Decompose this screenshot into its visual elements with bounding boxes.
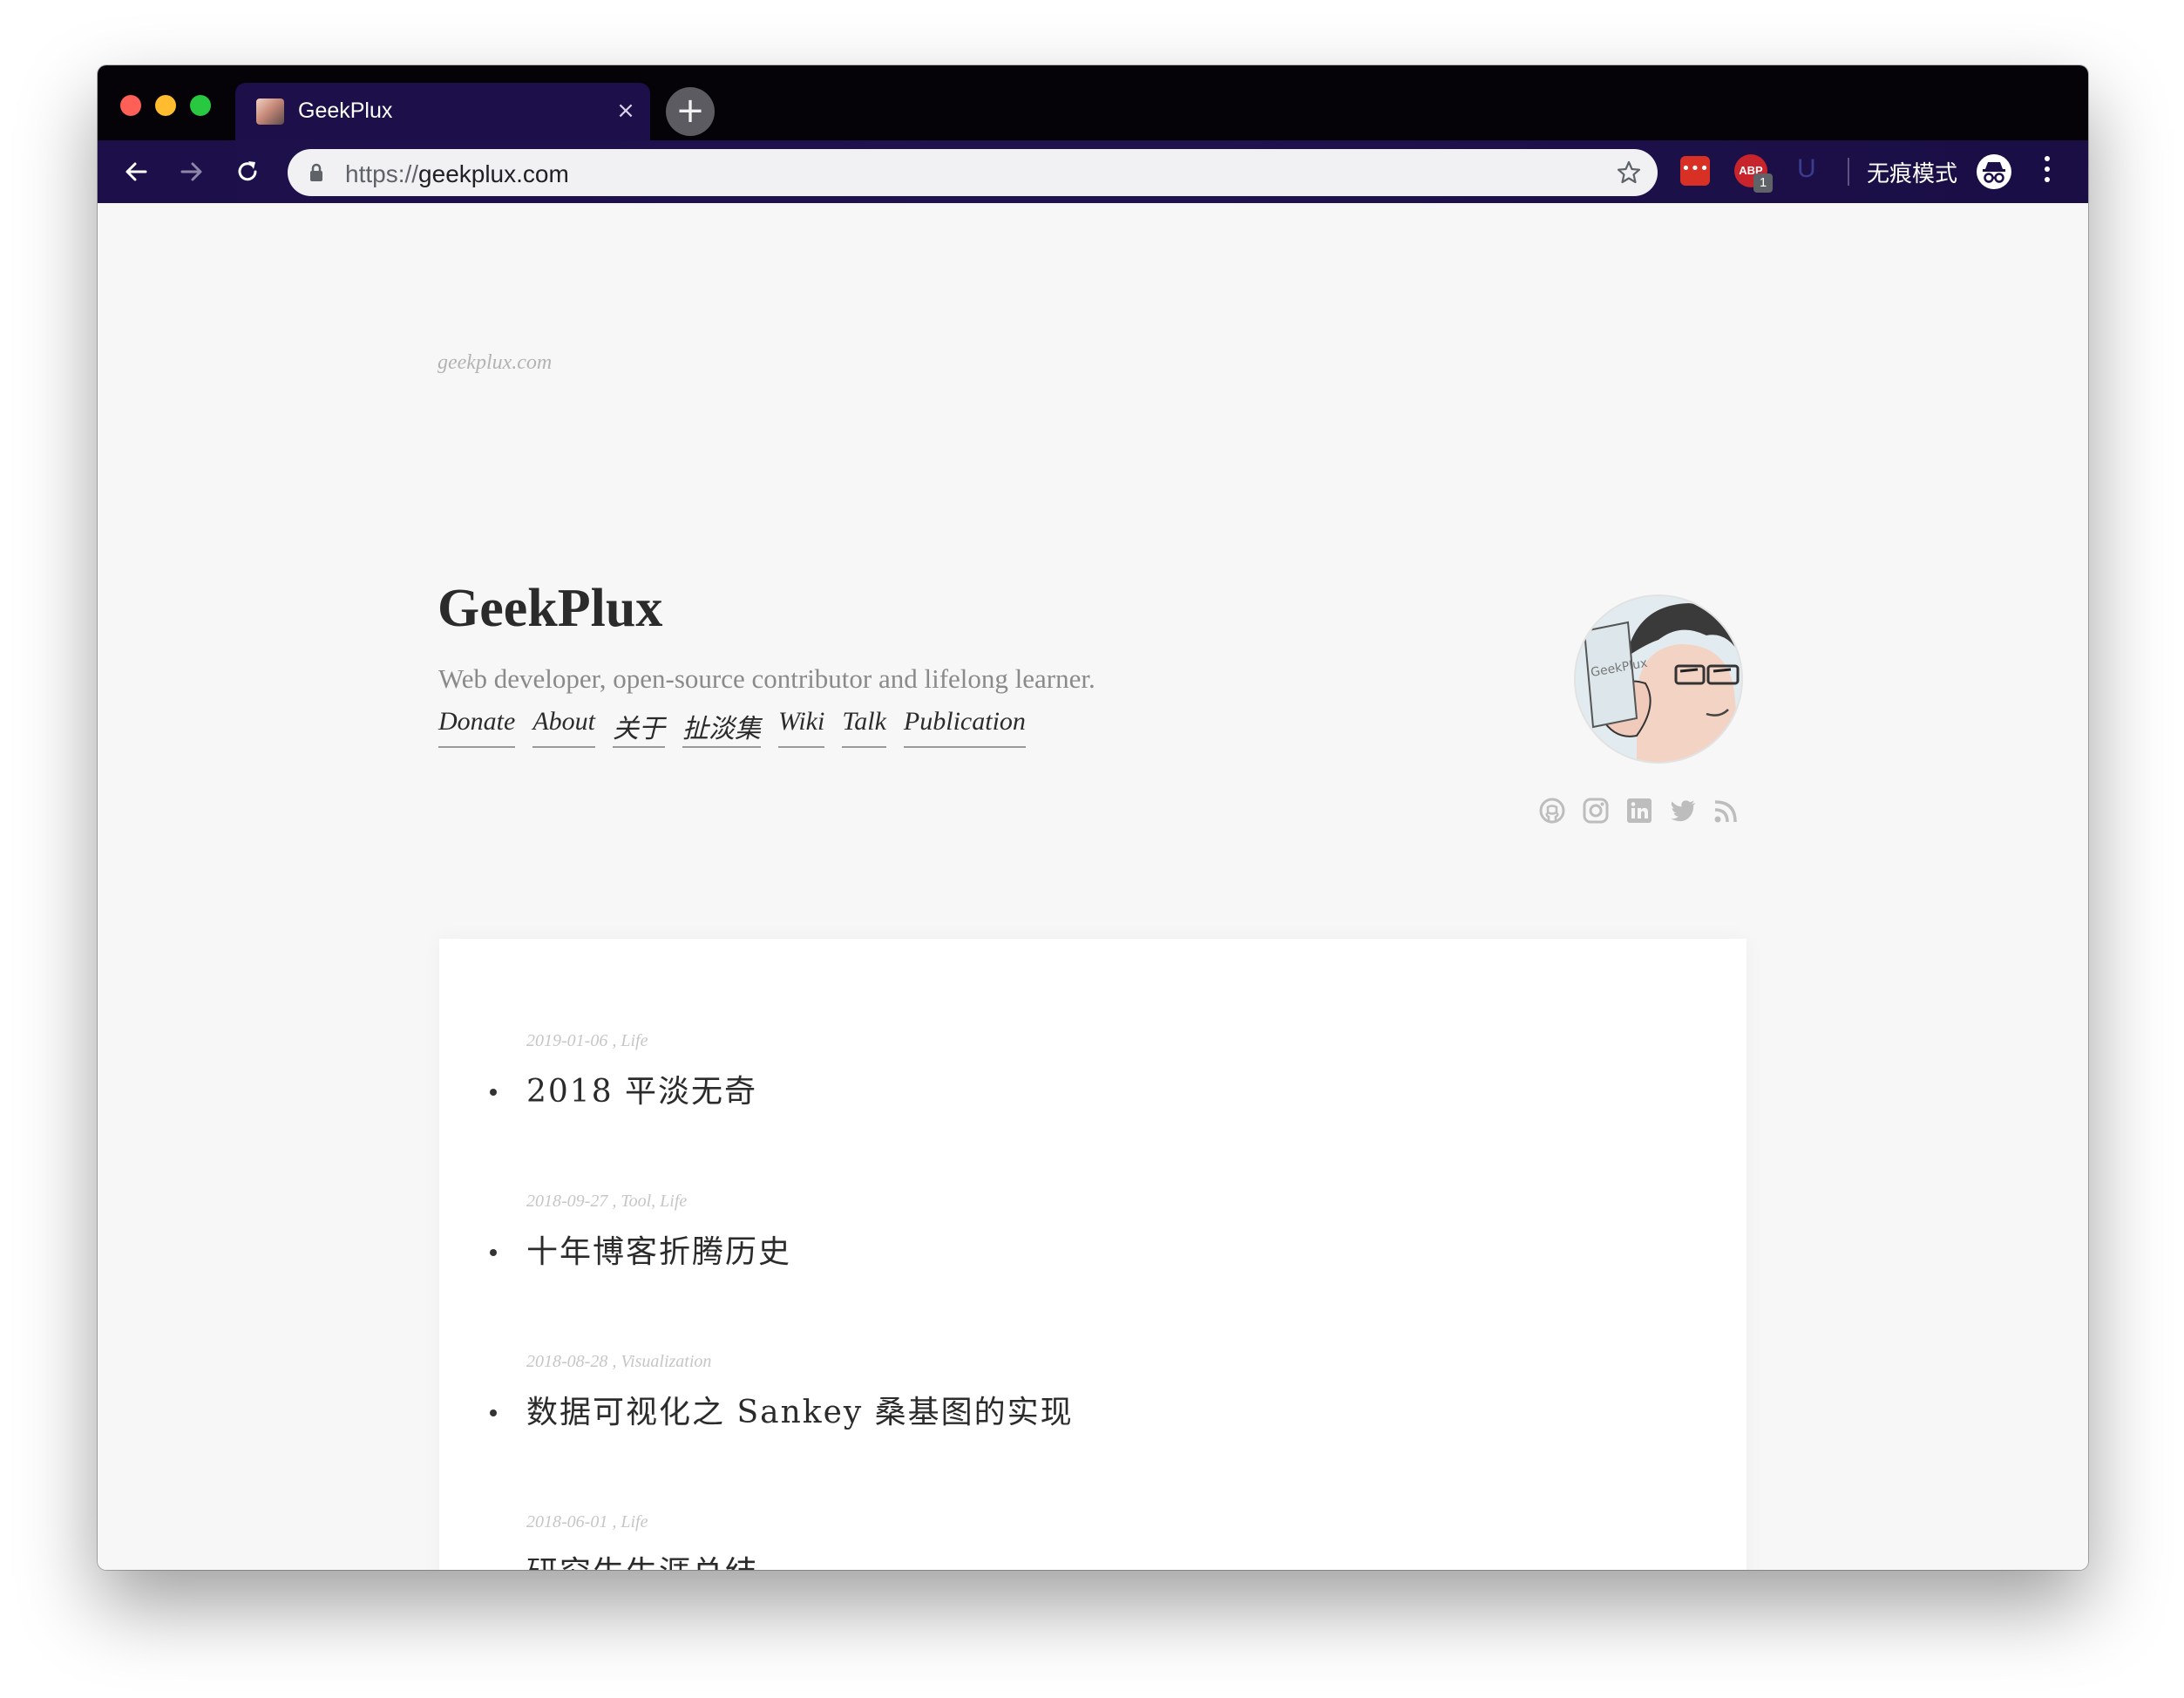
post-meta: 2019-01-06 , Life bbox=[526, 1031, 648, 1050]
github-icon[interactable] bbox=[1537, 796, 1567, 825]
list-bullet bbox=[490, 1089, 497, 1096]
forward-button[interactable] bbox=[173, 153, 211, 191]
avatar: GeekPlux bbox=[1576, 596, 1741, 762]
tab-close-icon[interactable]: × bbox=[610, 95, 641, 126]
post-date: 2018-06-01 bbox=[526, 1512, 608, 1532]
incognito-icon[interactable] bbox=[1977, 154, 2011, 189]
post-meta: 2018-06-01 , Life bbox=[526, 1512, 648, 1532]
back-button[interactable] bbox=[117, 153, 155, 191]
minimize-window-button[interactable] bbox=[155, 95, 176, 116]
tab-geekplux[interactable]: GeekPlux × bbox=[235, 83, 650, 142]
site-tagline: Web developer, open-source contributor a… bbox=[438, 663, 1095, 694]
post-title-link[interactable]: 2018 平淡无奇 bbox=[526, 1066, 757, 1111]
favicon-icon bbox=[256, 98, 284, 125]
url-scheme: https:// bbox=[345, 160, 419, 187]
nav-link-talk[interactable]: Talk bbox=[842, 707, 886, 748]
tab-title: GeekPlux bbox=[298, 98, 393, 123]
twitter-icon[interactable] bbox=[1668, 796, 1698, 825]
post-date: 2019-01-06 bbox=[526, 1031, 608, 1050]
site-tag[interactable]: geekplux.com bbox=[437, 351, 552, 375]
new-tab-button[interactable]: + bbox=[666, 87, 715, 136]
arrow-left-icon bbox=[125, 162, 147, 181]
adblock-count-badge: 1 bbox=[1753, 173, 1773, 193]
address-bar[interactable]: https://geekplux.com bbox=[288, 149, 1658, 196]
linkedin-icon[interactable] bbox=[1624, 796, 1654, 825]
arrow-right-icon bbox=[180, 162, 202, 181]
extension-lastpass-icon[interactable]: ••• bbox=[1680, 156, 1710, 186]
nav-link-wiki[interactable]: Wiki bbox=[778, 707, 825, 748]
post-title-link[interactable]: 研究生生涯总结 bbox=[526, 1547, 758, 1570]
browser-menu-icon[interactable] bbox=[2043, 156, 2052, 187]
post-date: 2018-09-27 bbox=[526, 1192, 608, 1211]
instagram-icon[interactable] bbox=[1581, 796, 1611, 825]
toolbar-divider bbox=[1848, 158, 1849, 186]
post-tags[interactable]: Visualization bbox=[621, 1352, 711, 1371]
lock-icon bbox=[310, 163, 322, 181]
url-host: geekplux.com bbox=[418, 160, 569, 187]
post-title-link[interactable]: 数据可视化之 Sankey 桑基图的实现 bbox=[526, 1387, 1074, 1432]
maximize-window-button[interactable] bbox=[190, 95, 211, 116]
post-tags[interactable]: Life bbox=[621, 1512, 648, 1532]
nav-link-about-zh[interactable]: 关于 bbox=[613, 707, 665, 748]
browser-window: GeekPlux × + https://geekplux.com ••• AB… bbox=[98, 65, 2088, 1570]
rss-icon[interactable] bbox=[1712, 796, 1741, 825]
social-links bbox=[1537, 796, 1741, 825]
nav-link-about[interactable]: About bbox=[532, 707, 595, 748]
close-window-button[interactable] bbox=[120, 95, 141, 116]
bookmark-star-icon[interactable] bbox=[1616, 160, 1642, 186]
site-title[interactable]: GeekPlux bbox=[437, 578, 662, 640]
list-bullet bbox=[490, 1409, 497, 1416]
post-title-link[interactable]: 十年博客折腾历史 bbox=[526, 1226, 791, 1272]
post-tags[interactable]: Tool, Life bbox=[621, 1192, 687, 1211]
post-list: 2019-01-06 , Life 2018 平淡无奇 2018-09-27 ,… bbox=[439, 939, 1747, 1570]
reload-button[interactable] bbox=[228, 153, 267, 191]
post-tags[interactable]: Life bbox=[621, 1031, 648, 1050]
post-meta: 2018-08-28 , Visualization bbox=[526, 1352, 712, 1371]
post-meta: 2018-09-27 , Tool, Life bbox=[526, 1192, 688, 1211]
extension-u-icon[interactable]: U bbox=[1797, 154, 1816, 184]
tab-strip: GeekPlux × + bbox=[98, 65, 2088, 142]
site-nav: Donate About 关于 扯淡集 Wiki Talk Publicatio… bbox=[438, 707, 1026, 748]
nav-link-donate[interactable]: Donate bbox=[438, 707, 516, 748]
url-text: https://geekplux.com bbox=[345, 160, 569, 188]
page-content: geekplux.com GeekPlux Web developer, ope… bbox=[98, 203, 2088, 1570]
browser-toolbar: https://geekplux.com ••• ABP 1 U 无痕模式 bbox=[98, 140, 2088, 203]
reload-icon bbox=[238, 161, 257, 181]
nav-link-chedan[interactable]: 扯淡集 bbox=[682, 707, 761, 748]
nav-link-publication[interactable]: Publication bbox=[903, 707, 1026, 748]
incognito-label[interactable]: 无痕模式 bbox=[1867, 156, 1957, 188]
post-date: 2018-08-28 bbox=[526, 1352, 608, 1371]
list-bullet bbox=[490, 1249, 497, 1256]
